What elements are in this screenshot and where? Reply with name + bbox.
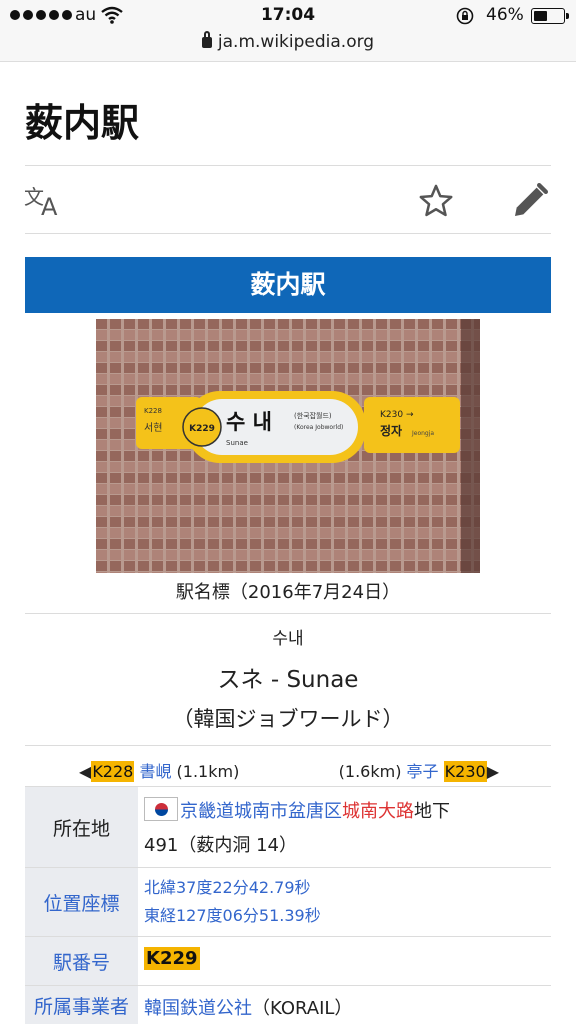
language-button[interactable]: 文 A [22,180,68,222]
station-number-badge: K229 [144,947,200,970]
svg-text:서현: 서현 [144,422,162,434]
infobox-title: 薮内駅 [25,257,551,313]
location-line2: 491（薮内洞 14） [144,835,297,856]
sign-sub: (한국잡월드) [294,411,332,420]
sign-roman: Sunae [226,439,248,447]
next-station: (1.6km) 亭子 K230▶ [339,758,499,782]
longitude-link[interactable]: 東経127度06分51.39秒 [144,906,321,925]
sign-sub2: (Korea Jobworld) [294,424,343,431]
korean-name: 수내 [272,629,304,649]
prev-station-link[interactable]: 書峴 [139,762,171,781]
location-redlink[interactable]: 城南大路 [342,801,414,822]
location-row: 所在地 京畿道城南市盆唐区城南大路地下 491（薮内洞 14） [25,787,551,867]
operator-row: 所属事業者 韓国鉄道公社（KORAIL） [25,986,551,1024]
battery-percent: 46% [486,5,524,25]
lock-icon [201,31,212,48]
location-value: 京畿道城南市盆唐区城南大路地下 491（薮内洞 14） [144,795,551,863]
location-label: 所在地 [25,787,138,867]
watch-star-button[interactable] [414,180,458,222]
svg-text:A: A [41,193,58,218]
location-suffix: 地下 [414,801,450,822]
divider [25,233,551,234]
divider [25,165,551,166]
address-bar[interactable]: ja.m.wikipedia.org [0,31,576,62]
location-link[interactable]: 京畿道城南市盆唐区 [180,801,342,822]
sign-code: K229 [189,424,215,434]
next-station-code: K230 [443,761,487,782]
language-icon: 文 A [24,185,58,218]
prev-arrow-icon: ◀ [79,762,92,781]
operator-suffix: （KORAIL） [252,998,353,1019]
korea-flag-icon [144,797,178,821]
next-station-distance: (1.6km) [338,762,402,781]
battery-icon [531,8,569,24]
star-icon [419,184,453,217]
coordinates-row: 位置座標 北緯37度22分42.79秒 東経127度06分51.39秒 [25,868,551,936]
coordinates-label[interactable]: 位置座標 [25,868,138,936]
next-station-link[interactable]: 亭子 [407,762,439,781]
sign-hangul: 수 내 [226,410,272,434]
station-subtitle: （韓国ジョブワールド） [172,707,404,731]
svg-text:K228: K228 [144,407,162,415]
edit-button[interactable] [506,180,554,222]
station-number-value: K229 [144,947,551,970]
operator-value: 韓国鉄道公社（KORAIL） [144,994,551,1020]
operator-link[interactable]: 韓国鉄道公社 [144,998,252,1019]
divider [25,745,551,746]
kana-name: スネ - Sunae [217,667,359,693]
coordinates-value: 北緯37度22分42.79秒 東経127度06分51.39秒 [144,874,551,930]
prev-station-code: K228 [91,761,135,782]
prev-station-distance: (1.1km) [176,762,240,781]
url-domain: ja.m.wikipedia.org [217,32,375,52]
station-number-row: 駅番号 K229 [25,937,551,985]
sign-next-hangul: 정자 [380,423,402,438]
sign-next-roman: Jeongja [411,430,434,437]
status-bar: au 17:04 46% [0,0,576,32]
edit-icon [515,183,548,216]
divider [25,613,551,614]
photo-caption: 駅名標（2016年7月24日） [175,582,401,603]
rotation-lock-icon [456,7,474,25]
latitude-link[interactable]: 北緯37度22分42.79秒 [144,878,311,897]
prev-station: ◀K228 書峴 (1.1km) [79,758,239,782]
station-sign-photo[interactable]: K228 서현 K230 → 정자 Jeongja K229 수 내 (한국잡월… [96,319,480,573]
adjacent-stations: ◀K228 書峴 (1.1km) (1.6km) 亭子 K230▶ [25,750,551,786]
sign-next-code: K230 → [380,410,414,420]
page-title: 薮内駅 [25,100,140,145]
station-number-label[interactable]: 駅番号 [25,937,138,985]
operator-label[interactable]: 所属事業者 [25,986,138,1024]
next-arrow-icon: ▶ [486,762,499,781]
